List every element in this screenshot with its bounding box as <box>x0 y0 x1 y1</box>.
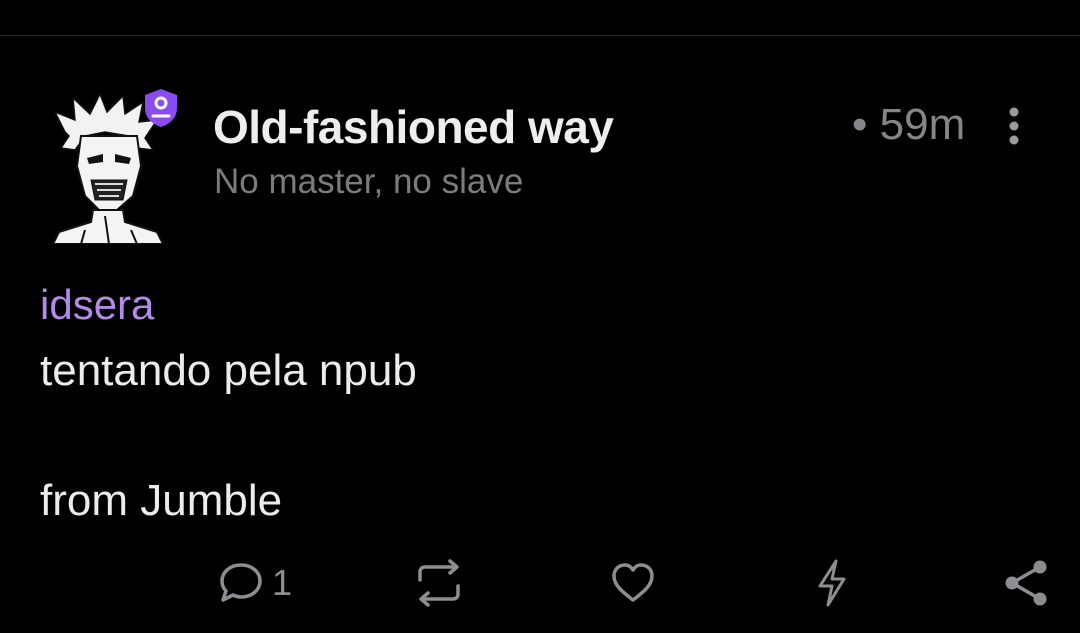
comment-icon <box>220 563 262 602</box>
share-button[interactable] <box>1002 558 1050 608</box>
heart-icon <box>612 563 654 602</box>
more-vertical-icon[interactable] <box>1000 104 1028 148</box>
share-icon <box>1005 560 1047 606</box>
like-button[interactable] <box>610 558 656 608</box>
post-content-line: from Jumble <box>40 476 283 525</box>
mention-link[interactable]: idsera <box>40 281 154 329</box>
repost-button[interactable] <box>410 558 468 608</box>
repost-icon <box>418 559 460 607</box>
zap-icon <box>818 559 846 607</box>
post-timestamp: • 59m <box>852 100 966 149</box>
reply-button[interactable]: 1 <box>216 558 292 608</box>
zap-button[interactable] <box>812 558 852 608</box>
reply-count: 1 <box>272 562 293 603</box>
verified-user-badge-icon <box>145 89 177 127</box>
post-content-line: tentando pela npub <box>40 346 417 395</box>
author-name[interactable]: Old-fashioned way <box>213 100 614 154</box>
top-divider <box>0 35 1080 36</box>
author-about: No master, no slave <box>214 162 524 201</box>
author-avatar[interactable] <box>45 88 177 248</box>
